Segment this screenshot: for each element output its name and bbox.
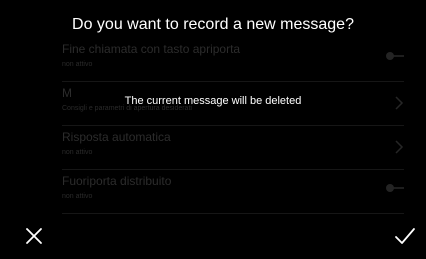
toggle-knob [386, 52, 394, 60]
check-icon [395, 228, 415, 244]
setting-title: Fine chiamata con tasto apriporta [62, 42, 241, 56]
dialog-title: Do you want to record a new message? [72, 16, 354, 33]
setting-title: Fuoriporta distribuito [62, 174, 172, 188]
setting-subtitle: non attivo [62, 149, 93, 156]
chevron-right-icon [394, 140, 404, 154]
screen: Fine chiamata con tasto apriporta non at… [0, 0, 426, 259]
divider [62, 213, 404, 214]
settings-list: Fine chiamata con tasto apriporta non at… [0, 38, 426, 214]
setting-row-distributed-door-station[interactable]: Fuoriporta distribuito non attivo [0, 170, 426, 214]
setting-subtitle: non attivo [62, 193, 93, 200]
close-icon [26, 228, 42, 244]
setting-title: Risposta automatica [62, 130, 171, 144]
dialog-message: The current message will be deleted [124, 95, 302, 107]
toggle-switch[interactable] [386, 52, 404, 60]
toggle-switch[interactable] [386, 184, 404, 192]
setting-row-end-call-door-button[interactable]: Fine chiamata con tasto apriporta non at… [0, 38, 426, 82]
setting-row-auto-answer[interactable]: Risposta automatica non attivo [0, 126, 426, 170]
confirm-button[interactable] [392, 224, 418, 248]
setting-subtitle: non attivo [62, 61, 93, 68]
cancel-button[interactable] [22, 224, 46, 248]
toggle-knob [386, 184, 394, 192]
